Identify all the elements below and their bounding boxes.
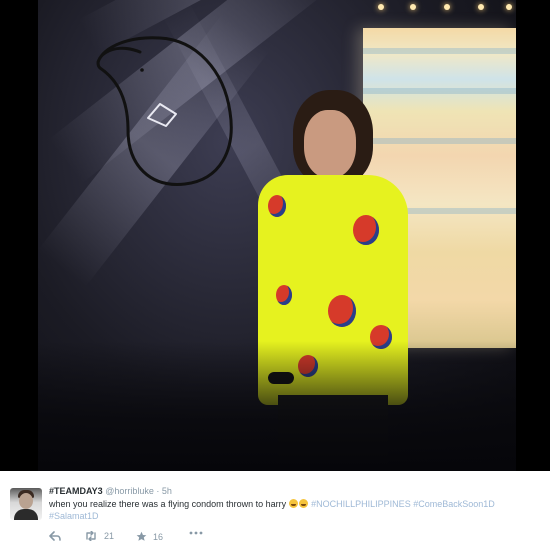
hashtag-link[interactable]: #NOCHILLPHILIPPINES xyxy=(311,499,411,509)
header-separator: · xyxy=(156,486,160,496)
retweet-button[interactable]: 21 xyxy=(84,531,114,541)
retweet-count: 21 xyxy=(104,531,115,541)
hashtag-link[interactable]: #ComeBackSoon1D xyxy=(413,499,495,509)
tweet-header: #TEAMDAY3 @horribluke · 5h xyxy=(49,486,172,496)
tweet-page: #TEAMDAY3 @horribluke · 5h when you real… xyxy=(0,0,550,554)
crowd-silhouette xyxy=(38,341,516,471)
tweet-text: when you realize there was a flying cond… xyxy=(49,498,529,522)
avatar[interactable] xyxy=(10,488,42,520)
stage-lights xyxy=(378,0,516,14)
tweet-timestamp[interactable]: 5h xyxy=(162,486,172,496)
hashtag-link[interactable]: #Salamat1D xyxy=(49,511,99,521)
tweet-text-body: when you realize there was a flying cond… xyxy=(49,499,287,509)
favorite-button[interactable]: 16 xyxy=(136,531,163,542)
tears-of-joy-icon xyxy=(288,499,298,508)
more-button[interactable] xyxy=(189,531,203,535)
retweet-icon xyxy=(86,531,96,541)
star-icon xyxy=(136,531,147,541)
reply-icon xyxy=(49,531,61,541)
more-icon xyxy=(189,531,203,535)
user-handle[interactable]: @horribluke xyxy=(105,486,154,496)
reply-button[interactable] xyxy=(49,531,61,541)
tears-of-joy-icon xyxy=(298,499,308,508)
favorite-count: 16 xyxy=(153,531,164,542)
concert-photo xyxy=(38,0,516,471)
tweet-card: #TEAMDAY3 @horribluke · 5h when you real… xyxy=(0,471,550,554)
display-name[interactable]: #TEAMDAY3 xyxy=(49,486,103,496)
tweet-media[interactable] xyxy=(0,0,550,471)
